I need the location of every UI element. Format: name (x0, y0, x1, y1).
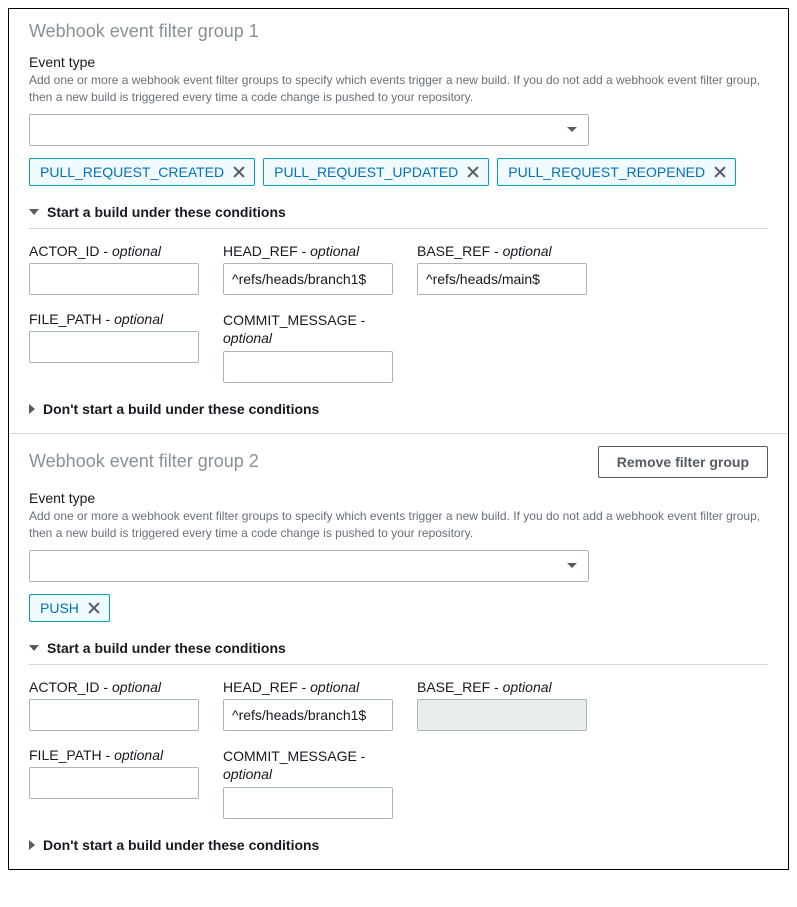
base-ref-field: BASE_REF - optional (417, 243, 587, 295)
chevron-right-icon (29, 840, 35, 850)
chip-label: PULL_REQUEST_REOPENED (508, 164, 705, 180)
commit-message-input[interactable] (223, 787, 393, 819)
chevron-down-icon (29, 645, 39, 651)
head-ref-input[interactable] (223, 263, 393, 295)
close-icon[interactable] (713, 165, 727, 179)
field-label: HEAD_REF - optional (223, 243, 393, 259)
chevron-down-icon (29, 209, 39, 215)
start-conditions-grid: ACTOR_ID - optional HEAD_REF - optional … (29, 679, 768, 819)
field-label: HEAD_REF - optional (223, 679, 393, 695)
head-ref-field: HEAD_REF - optional (223, 243, 393, 295)
field-label: ACTOR_ID - optional (29, 679, 199, 695)
section-label: Don't start a build under these conditio… (43, 401, 319, 417)
field-label: FILE_PATH - optional (29, 311, 199, 327)
head-ref-input[interactable] (223, 699, 393, 731)
field-label: BASE_REF - optional (417, 679, 587, 695)
close-icon[interactable] (232, 165, 246, 179)
actor-id-input[interactable] (29, 263, 199, 295)
start-conditions-grid: ACTOR_ID - optional HEAD_REF - optional … (29, 243, 768, 383)
base-ref-input (417, 699, 587, 731)
group-title: Webhook event filter group 1 (29, 21, 259, 42)
commit-message-input[interactable] (223, 351, 393, 383)
field-label: ACTOR_ID - optional (29, 243, 199, 259)
chevron-right-icon (29, 404, 35, 414)
event-type-description: Add one or more a webhook event filter g… (29, 72, 768, 106)
field-label: FILE_PATH - optional (29, 747, 199, 763)
section-label: Start a build under these conditions (47, 640, 286, 656)
event-type-dropdown[interactable] (29, 114, 589, 146)
event-type-chips: PULL_REQUEST_CREATED PULL_REQUEST_UPDATE… (29, 158, 768, 186)
start-build-toggle[interactable]: Start a build under these conditions (29, 204, 768, 220)
dont-start-build-toggle[interactable]: Don't start a build under these conditio… (29, 837, 768, 853)
commit-message-field: COMMIT_MESSAGE - optional (223, 311, 393, 383)
close-icon[interactable] (466, 165, 480, 179)
chip-push[interactable]: PUSH (29, 594, 110, 622)
file-path-field: FILE_PATH - optional (29, 311, 199, 383)
filter-group-1: Webhook event filter group 1 Event type … (9, 9, 788, 433)
chip-pull-request-reopened[interactable]: PULL_REQUEST_REOPENED (497, 158, 736, 186)
event-type-description: Add one or more a webhook event filter g… (29, 508, 768, 542)
file-path-input[interactable] (29, 767, 199, 799)
divider (29, 664, 768, 665)
start-build-toggle[interactable]: Start a build under these conditions (29, 640, 768, 656)
field-label: COMMIT_MESSAGE - optional (223, 311, 393, 347)
base-ref-field: BASE_REF - optional (417, 679, 587, 731)
actor-id-input[interactable] (29, 699, 199, 731)
close-icon[interactable] (87, 601, 101, 615)
chip-label: PUSH (40, 600, 79, 616)
dropdown-caret-icon (560, 118, 584, 142)
event-type-label: Event type (29, 54, 768, 70)
field-label: BASE_REF - optional (417, 243, 587, 259)
event-type-label: Event type (29, 490, 768, 506)
group-header: Webhook event filter group 1 (29, 21, 768, 42)
commit-message-field: COMMIT_MESSAGE - optional (223, 747, 393, 819)
dropdown-caret-icon (560, 554, 584, 578)
group-title: Webhook event filter group 2 (29, 451, 259, 472)
actor-id-field: ACTOR_ID - optional (29, 243, 199, 295)
chip-pull-request-created[interactable]: PULL_REQUEST_CREATED (29, 158, 255, 186)
event-type-chips: PUSH (29, 594, 768, 622)
remove-filter-group-button[interactable]: Remove filter group (598, 446, 768, 478)
chip-label: PULL_REQUEST_CREATED (40, 164, 224, 180)
section-label: Start a build under these conditions (47, 204, 286, 220)
chip-label: PULL_REQUEST_UPDATED (274, 164, 458, 180)
head-ref-field: HEAD_REF - optional (223, 679, 393, 731)
filter-group-2: Webhook event filter group 2 Remove filt… (9, 433, 788, 869)
dont-start-build-toggle[interactable]: Don't start a build under these conditio… (29, 401, 768, 417)
section-label: Don't start a build under these conditio… (43, 837, 319, 853)
field-label: COMMIT_MESSAGE - optional (223, 747, 393, 783)
divider (29, 228, 768, 229)
webhook-filter-container: Webhook event filter group 1 Event type … (8, 8, 789, 870)
file-path-field: FILE_PATH - optional (29, 747, 199, 819)
group-header: Webhook event filter group 2 Remove filt… (29, 446, 768, 478)
chip-pull-request-updated[interactable]: PULL_REQUEST_UPDATED (263, 158, 489, 186)
event-type-dropdown[interactable] (29, 550, 589, 582)
actor-id-field: ACTOR_ID - optional (29, 679, 199, 731)
file-path-input[interactable] (29, 331, 199, 363)
base-ref-input[interactable] (417, 263, 587, 295)
